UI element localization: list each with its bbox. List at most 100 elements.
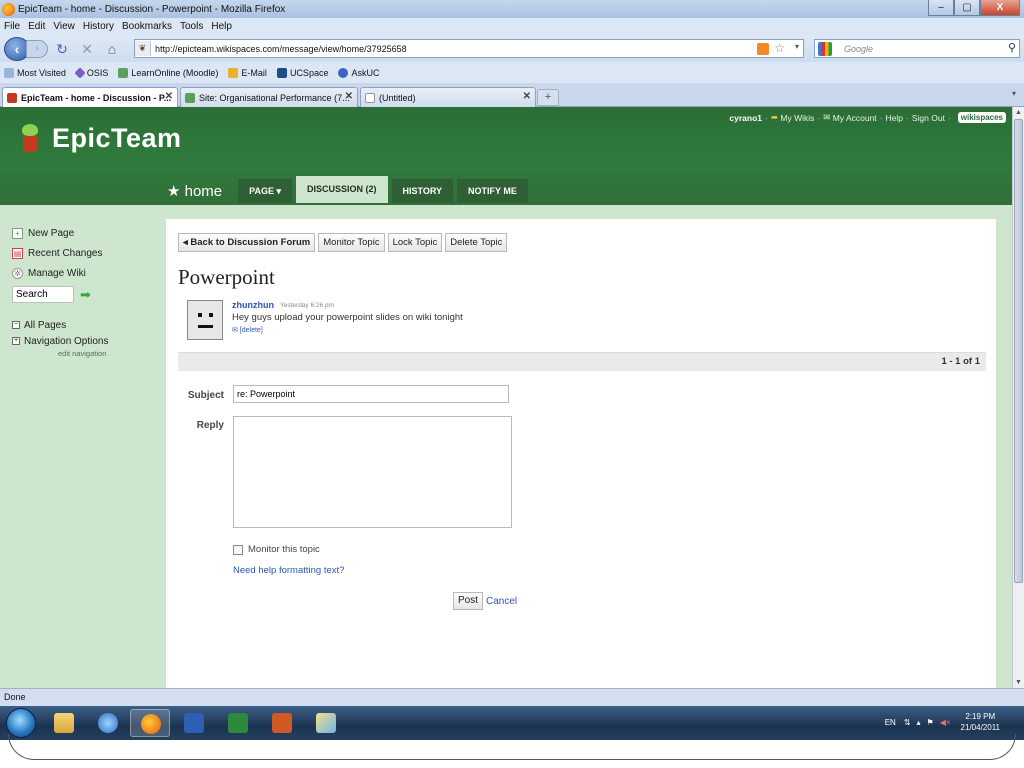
taskbar-firefox[interactable] <box>130 709 170 737</box>
bookmark-ucspace[interactable]: UCSpace <box>273 67 328 78</box>
network-icon[interactable]: ⇅ <box>904 718 911 727</box>
bookmarks-toolbar: Most Visited OSIS LearnOnline (Moodle) E… <box>0 62 1024 83</box>
minimize-button[interactable]: – <box>928 0 954 16</box>
scroll-down-arrow-icon[interactable]: ▼ <box>1015 679 1022 686</box>
url-text[interactable]: http://epicteam.wikispaces.com/message/v… <box>155 44 407 54</box>
tab-history[interactable]: HISTORY <box>391 179 454 203</box>
my-wikis-link[interactable]: My Wikis <box>780 113 814 123</box>
reload-icon[interactable]: ↻ <box>51 38 73 60</box>
menu-view[interactable]: View <box>53 21 75 32</box>
close-tab-icon[interactable]: ✕ <box>523 91 531 102</box>
firefox-icon <box>2 2 15 16</box>
cancel-link[interactable]: Cancel <box>486 596 517 607</box>
monitor-topic-label[interactable]: Monitor this topic <box>248 544 320 555</box>
post-author-link[interactable]: zhunzhun <box>232 300 274 310</box>
tab-epicteam[interactable]: EpicTeam - home - Discussion - P... ✕ <box>2 87 178 108</box>
taskbar-word[interactable] <box>174 709 214 737</box>
taskbar-internet-explorer[interactable] <box>88 709 128 737</box>
vertical-scrollbar[interactable]: ▲ ▼ <box>1012 107 1024 688</box>
expand-icon[interactable]: + <box>12 337 20 345</box>
sign-out-link[interactable]: Sign Out <box>912 113 945 123</box>
search-placeholder[interactable]: Google <box>844 44 873 54</box>
url-dropdown-icon[interactable]: ▾ <box>795 42 799 51</box>
navigation-toolbar: ‹ › ↻ ✕ ⌂ ❦ http://epicteam.wikispaces.c… <box>0 35 1024 62</box>
menu-file[interactable]: File <box>4 21 20 32</box>
lock-topic-button[interactable]: Lock Topic <box>387 233 443 252</box>
clock[interactable]: 2:19 PM 21/04/2011 <box>961 711 1000 733</box>
tab-organisational-performance[interactable]: Site: Organisational Performance (7... ✕ <box>180 87 358 107</box>
search-go-arrow-icon[interactable]: ➡ <box>80 287 91 303</box>
delete-post-link[interactable]: ✉ [delete] <box>232 326 263 334</box>
taskbar-excel[interactable] <box>218 709 258 737</box>
menu-help[interactable]: Help <box>211 21 232 32</box>
monitor-topic-checkbox-row[interactable]: Monitor this topic <box>233 544 320 555</box>
reply-textarea[interactable] <box>233 416 512 528</box>
search-bar[interactable]: Google ⚲ <box>814 39 1020 58</box>
sidebar-item-manage-wiki[interactable]: ✲ Manage Wiki <box>12 263 152 283</box>
page-tabs: ★ home PAGE ▾ DISCUSSION (2) HISTORY NOT… <box>167 176 532 203</box>
close-window-button[interactable]: X <box>980 0 1020 16</box>
monitor-topic-button[interactable]: Monitor Topic <box>318 233 385 252</box>
menu-bookmarks[interactable]: Bookmarks <box>122 21 172 32</box>
username-link[interactable]: cyrano1 <box>729 113 762 123</box>
list-all-tabs-icon[interactable]: ▾ <box>1006 89 1022 105</box>
home-tab[interactable]: ★ home <box>167 181 222 203</box>
bookmark-osis[interactable]: OSIS <box>72 66 108 79</box>
action-center-icon[interactable]: ⚑ <box>927 718 934 727</box>
my-account-link[interactable]: My Account <box>833 113 877 123</box>
language-indicator[interactable]: EN <box>885 718 896 727</box>
menu-history[interactable]: History <box>83 21 114 32</box>
taskbar-powerpoint[interactable] <box>262 709 302 737</box>
home-icon[interactable]: ⌂ <box>101 38 123 60</box>
wikispaces-badge[interactable]: wikispaces <box>957 112 1006 123</box>
subject-field[interactable] <box>233 385 509 403</box>
avatar[interactable] <box>187 300 223 340</box>
delete-topic-button[interactable]: Delete Topic <box>445 233 508 252</box>
close-tab-icon[interactable]: ✕ <box>165 91 173 102</box>
tab-notify-me[interactable]: NOTIFY ME <box>457 179 528 203</box>
new-tab-button[interactable]: + <box>537 89 559 106</box>
sidebar-item-recent-changes[interactable]: ▤ Recent Changes <box>12 243 152 263</box>
tab-untitled[interactable]: (Untitled) ✕ <box>360 87 536 107</box>
sidebar-item-new-page[interactable]: + New Page <box>12 223 152 243</box>
bookmark-star-icon[interactable]: ☆ <box>774 41 785 55</box>
site-identity-icon[interactable]: ❦ <box>135 41 151 56</box>
tab-page[interactable]: PAGE ▾ <box>238 179 292 203</box>
help-link[interactable]: Help <box>886 113 903 123</box>
show-hidden-icons-icon[interactable]: ▴ <box>917 718 921 727</box>
site-name[interactable]: EpicTeam <box>52 123 182 154</box>
formatting-help-link[interactable]: Need help formatting text? <box>233 565 344 576</box>
tab-discussion[interactable]: DISCUSSION (2) <box>296 176 388 203</box>
sidebar-search-input[interactable] <box>12 286 74 303</box>
stop-icon[interactable]: ✕ <box>76 38 98 60</box>
google-engine-icon[interactable] <box>818 41 832 56</box>
maximize-button[interactable]: ▢ <box>954 0 980 16</box>
edit-navigation-link[interactable]: edit navigation <box>12 349 152 358</box>
gear-icon: ✲ <box>12 267 23 279</box>
bookmark-askuc[interactable]: AskUC <box>334 67 379 78</box>
site-logo[interactable]: EpicTeam <box>20 123 182 154</box>
sidebar-item-all-pages[interactable]: − All Pages <box>12 317 152 333</box>
topic-title: Powerpoint <box>178 265 275 289</box>
back-to-forum-button[interactable]: ◂ Back to Discussion Forum <box>178 233 316 252</box>
scroll-up-arrow-icon[interactable]: ▲ <box>1015 109 1022 116</box>
scrollbar-thumb[interactable] <box>1014 119 1023 583</box>
bookmark-most-visited[interactable]: Most Visited <box>0 67 66 78</box>
volume-muted-icon[interactable]: ◀× <box>940 718 951 727</box>
bookmark-email[interactable]: E-Mail <box>224 67 267 78</box>
menu-edit[interactable]: Edit <box>28 21 45 32</box>
taskbar-paint[interactable] <box>306 709 346 737</box>
search-icon[interactable]: ⚲ <box>1008 41 1016 54</box>
taskbar-explorer[interactable] <box>44 709 84 737</box>
rss-feed-icon[interactable] <box>757 43 769 55</box>
bookmark-learnonline[interactable]: LearnOnline (Moodle) <box>114 67 218 78</box>
forward-button[interactable]: › <box>26 39 48 58</box>
collapse-icon[interactable]: − <box>12 321 20 329</box>
sidebar-item-label: All Pages <box>24 319 67 331</box>
url-bar[interactable]: ❦ http://epicteam.wikispaces.com/message… <box>134 39 804 58</box>
sidebar-item-navigation-options[interactable]: + Navigation Options <box>12 333 152 349</box>
monitor-topic-checkbox[interactable] <box>233 544 243 555</box>
menu-tools[interactable]: Tools <box>180 21 203 32</box>
close-tab-icon[interactable]: ✕ <box>345 91 353 102</box>
post-button[interactable]: Post <box>453 592 484 610</box>
